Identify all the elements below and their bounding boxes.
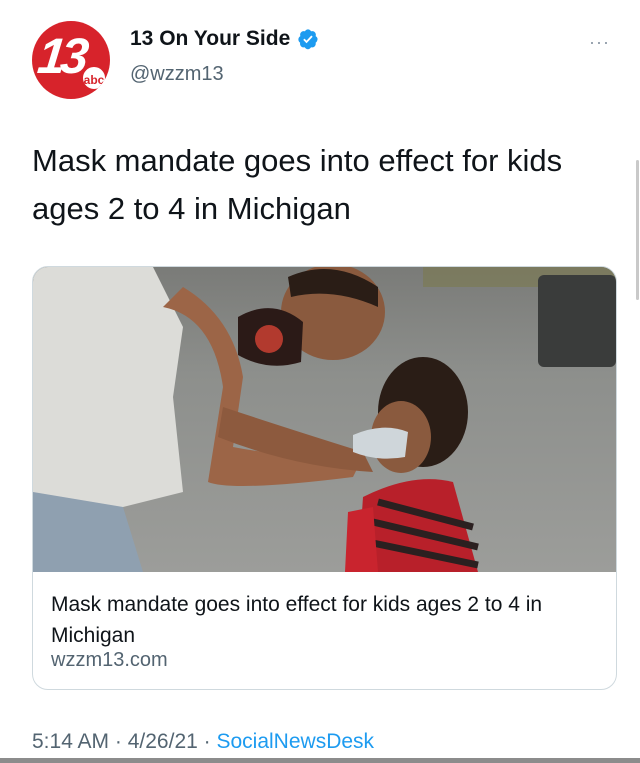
account-name[interactable]: 13 On Your Side: [130, 27, 290, 51]
account-name-row[interactable]: 13 On Your Side: [130, 27, 319, 51]
tweet-date[interactable]: 4/26/21: [128, 730, 198, 753]
card-domain[interactable]: wzzm13.com: [51, 649, 168, 672]
bottom-divider: [0, 758, 640, 763]
account-handle[interactable]: @wzzm13: [130, 63, 224, 86]
meta-separator: ·: [109, 730, 128, 753]
more-options-icon[interactable]: ···: [589, 32, 610, 53]
tweet-text: Mask mandate goes into effect for kids a…: [32, 143, 563, 226]
link-card[interactable]: Mask mandate goes into effect for kids a…: [32, 266, 617, 690]
account-avatar[interactable]: 13 abc: [32, 21, 110, 99]
avatar-number: 13: [35, 28, 87, 84]
abc-logo: abc: [81, 65, 107, 91]
card-title[interactable]: Mask mandate goes into effect for kids a…: [51, 589, 596, 651]
tweet-meta: 5:14 AM · 4/26/21 · SocialNewsDesk: [32, 730, 374, 754]
scrollbar[interactable]: [636, 160, 639, 300]
tweet-time[interactable]: 5:14 AM: [32, 730, 109, 753]
verified-badge-icon: [298, 29, 318, 50]
card-image[interactable]: [33, 267, 616, 572]
tweet-source-link[interactable]: SocialNewsDesk: [216, 730, 374, 753]
meta-separator: ·: [197, 730, 217, 753]
